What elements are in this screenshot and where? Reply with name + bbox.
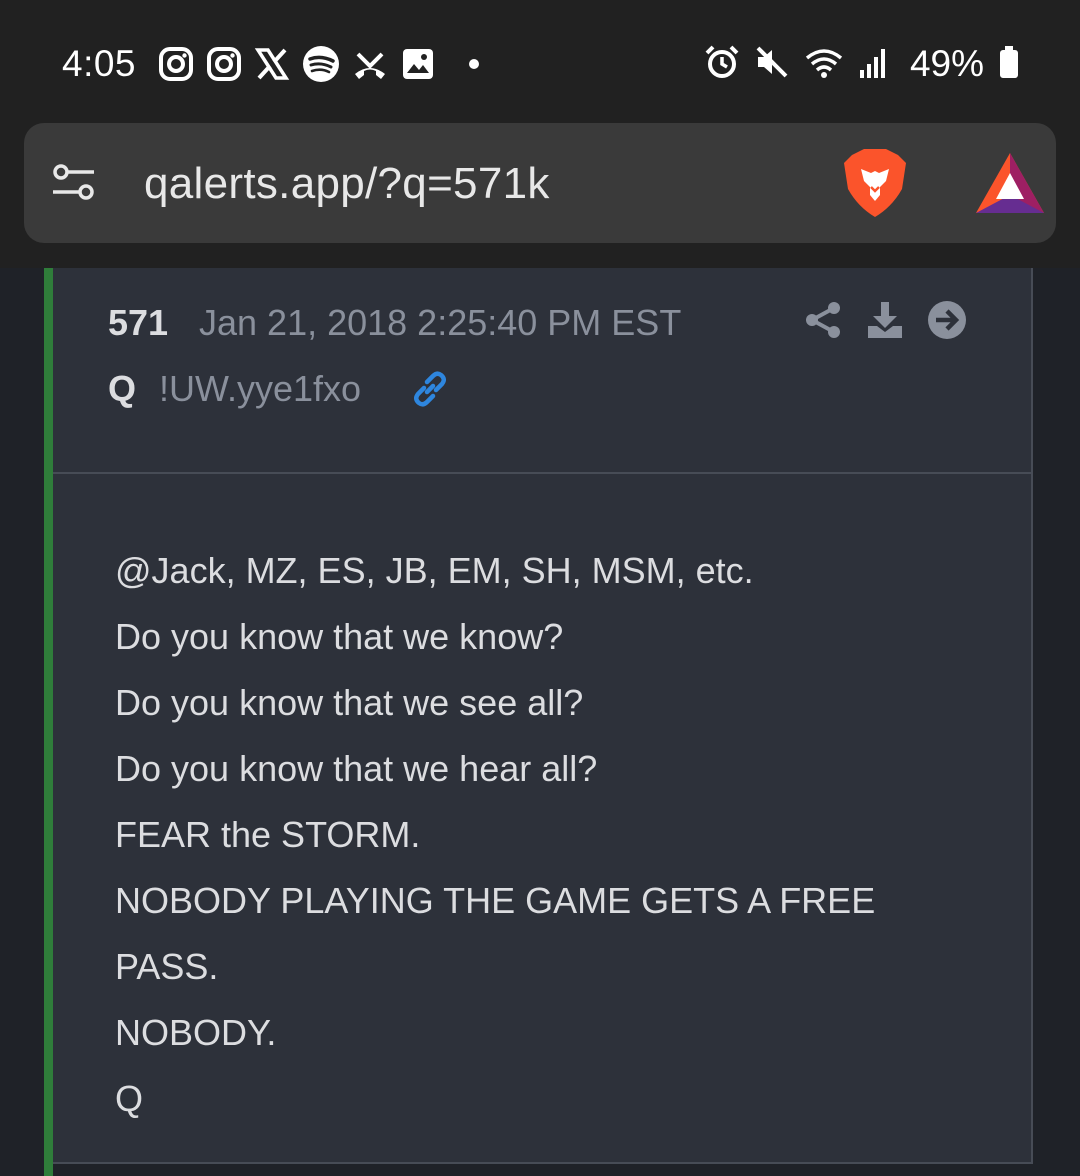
- post-line: Do you know that we hear all?: [115, 748, 598, 789]
- url-text[interactable]: qalerts.app/?q=571k: [144, 159, 550, 209]
- system-icons: 49%: [704, 43, 1020, 85]
- brave-rewards-icon[interactable]: [974, 151, 1046, 220]
- post-tripcode: !UW.yye1fxo: [159, 368, 362, 409]
- address-bar[interactable]: qalerts.app/?q=571k: [24, 123, 1056, 243]
- wifi-icon: [804, 44, 844, 85]
- missed-call-icon: [352, 46, 388, 82]
- post-line: PASS.: [115, 946, 219, 987]
- post-divider: [53, 1162, 1033, 1164]
- battery-icon: [998, 44, 1020, 85]
- download-icon[interactable]: [865, 300, 905, 345]
- alarm-icon: [704, 44, 740, 85]
- more-dot-icon: [448, 46, 484, 82]
- post-header: 571 Jan 21, 2018 2:25:40 PM EST Q !UW.yy…: [53, 268, 1031, 474]
- goto-icon[interactable]: [927, 300, 967, 345]
- post-author: Q: [108, 368, 137, 409]
- post-number[interactable]: 571: [108, 302, 168, 344]
- post-accent-bar: [44, 268, 53, 1176]
- spotify-icon: [302, 45, 340, 83]
- browser-chrome: 4:05 49% qalerts.app/?q=571k: [0, 0, 1080, 268]
- site-settings-icon[interactable]: [50, 161, 98, 210]
- post-body: @Jack, MZ, ES, JB, EM, SH, MSM, etc. Do …: [115, 538, 995, 1132]
- post-line: Do you know that we see all?: [115, 682, 584, 723]
- post-line: NOBODY.: [115, 1012, 277, 1053]
- mute-icon: [754, 44, 790, 85]
- brave-shields-icon[interactable]: [842, 147, 908, 224]
- signal-icon: [858, 44, 890, 85]
- post-signature: Q: [115, 1078, 144, 1119]
- share-icon[interactable]: [803, 300, 843, 345]
- instagram-icon: [206, 46, 242, 82]
- notification-icons: [158, 45, 484, 83]
- instagram-icon: [158, 46, 194, 82]
- x-icon: [254, 46, 290, 82]
- post-actions: [803, 300, 967, 345]
- post-line: NOBODY PLAYING THE GAME GETS A FREE: [115, 880, 876, 921]
- battery-percent: 49%: [909, 43, 984, 84]
- post-page: 571 Jan 21, 2018 2:25:40 PM EST Q !UW.yy…: [0, 268, 1080, 1176]
- status-time: 4:05: [62, 43, 137, 84]
- link-icon[interactable]: [409, 368, 451, 415]
- post-line: FEAR the STORM.: [115, 814, 421, 855]
- post-line: @Jack, MZ, ES, JB, EM, SH, MSM, etc.: [115, 550, 754, 591]
- gallery-icon: [400, 46, 436, 82]
- status-bar: 4:05 49%: [0, 28, 1080, 100]
- post-line: Do you know that we know?: [115, 616, 564, 657]
- post-card: 571 Jan 21, 2018 2:25:40 PM EST Q !UW.yy…: [53, 268, 1033, 1164]
- post-date: Jan 21, 2018 2:25:40 PM EST: [199, 302, 682, 343]
